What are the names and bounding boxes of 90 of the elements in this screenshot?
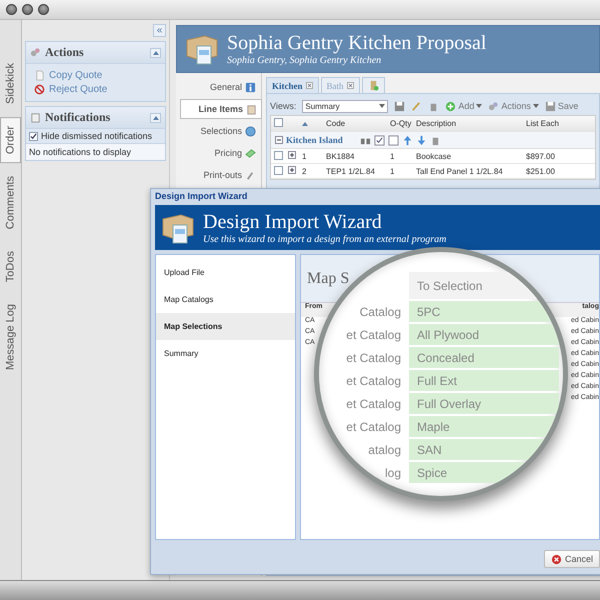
table-cell-text: BK1884 [325,152,356,160]
save-icon [544,100,556,112]
table-cell-text: et Catalog [345,396,402,412]
collapse-icon[interactable] [275,136,283,144]
room-tab[interactable]: Kitchen [266,77,318,93]
close-icon[interactable] [306,82,312,89]
table-cell: Full Overlay [409,393,559,414]
sidebar-tab[interactable]: Order [0,116,21,164]
group-title: Kitchen Island [286,135,343,145]
pencil-icon [411,100,422,112]
table-cell-text: 1 [389,166,396,176]
info-icon [245,82,256,92]
triangle-icon [152,50,158,54]
up-arrow-icon [402,134,413,146]
close-icon [550,554,562,564]
checkbox-label: Hide dismissed notifications [41,131,152,141]
wizard-title: Design Import Wizard [203,210,383,234]
expand-icon[interactable] [288,151,296,159]
caret-icon [379,104,386,108]
checked-box-icon [374,134,385,146]
section-heading: Map S [307,270,350,288]
checkbox[interactable] [274,118,283,127]
table-cell-text: Tall End Panel 1 1/2L.84 [415,166,504,176]
table-cell-text: $251.00 [525,166,556,176]
down-arrow-icon [416,134,427,146]
column-header[interactable]: Code [323,119,387,128]
globe-icon [245,126,256,136]
views-label: Views: [270,101,296,111]
collapse-panel-button[interactable] [150,48,161,58]
table-cell-text: Bookcase [415,152,452,160]
collapse-button[interactable]: « [153,24,166,37]
nav-item[interactable]: Selections [180,121,261,141]
sidebar-tab[interactable]: ToDos [0,242,21,292]
sidebar-tab[interactable]: Sidekick [0,54,21,113]
prohibited-icon [34,84,45,95]
empty-message: No notifications to display [26,144,165,160]
wizard-subtitle: Use this wizard to import a design from an external program [203,234,446,244]
empty-box-icon [388,134,399,146]
close-icon[interactable] [346,82,354,89]
column-header[interactable]: List Each [523,119,583,128]
triangle-icon [152,116,158,120]
add-tab[interactable] [362,77,384,93]
table-cell-text: et Catalog [345,418,402,436]
expand-icon[interactable] [288,166,296,174]
table-cell: All Plywood [409,324,559,345]
collapse-panel-button[interactable] [150,112,161,122]
window-control-button[interactable] [22,4,33,15]
column-header[interactable]: O-Qty [387,119,413,128]
caret-icon [532,104,539,108]
save-button[interactable]: Save [544,100,578,112]
save-icon [394,100,406,112]
checkbox[interactable] [29,132,38,140]
panel-title: Notifications [45,110,112,125]
actions-button[interactable]: Actions [488,100,539,112]
window-control-button[interactable] [6,4,17,15]
cancel-button[interactable]: Cancel [544,550,600,568]
table-cell-text: TEP1 1/2L.84 [325,166,376,176]
table-cell-text: $897.00 [525,152,556,160]
sidebar-tab[interactable]: Message Log [0,295,21,380]
column-header[interactable]: Description [413,119,523,128]
checkbox[interactable] [274,166,283,174]
quote-subtitle: Sophia Gentry, Sophia Gentry Kitchen [227,55,382,66]
table-cell-text: et Catalog [345,372,402,390]
checkbox[interactable] [274,150,283,160]
table-cell-text: log [384,464,402,482]
quote-title: Sophia Gentry Kitchen Proposal [227,32,486,55]
nav-item[interactable]: General [180,77,261,97]
check-mark-icon [30,132,37,140]
nav-item[interactable]: Print-outs [180,165,261,185]
table-cell: Full Ext [409,370,559,391]
row-number: 2 [301,166,308,176]
add-button[interactable]: Add [445,100,482,112]
document-icon [34,70,45,81]
sort-arrow-icon [302,122,308,126]
table-cell-text: 1 [389,152,396,160]
nav-item[interactable]: Line Items [180,99,262,119]
window-control-button[interactable] [38,4,49,15]
nav-item[interactable]: Pricing [180,143,261,163]
table-cell-text: atalog [367,442,402,458]
sidebar-tab[interactable]: Comments [0,167,21,238]
table-cell: Concealed [409,347,559,368]
caret-icon [476,104,482,108]
table-cell-text: et Catalog [345,350,402,366]
row-number: 1 [301,152,308,160]
wizard-step[interactable]: Map Selections [156,313,295,340]
panel-title: Actions [45,45,85,60]
dialog-title: Design Import Wizard [154,190,248,203]
plus-icon [445,100,456,112]
table-cell-text: et Catalog [345,326,402,344]
views-dropdown[interactable]: Summary [302,100,388,112]
